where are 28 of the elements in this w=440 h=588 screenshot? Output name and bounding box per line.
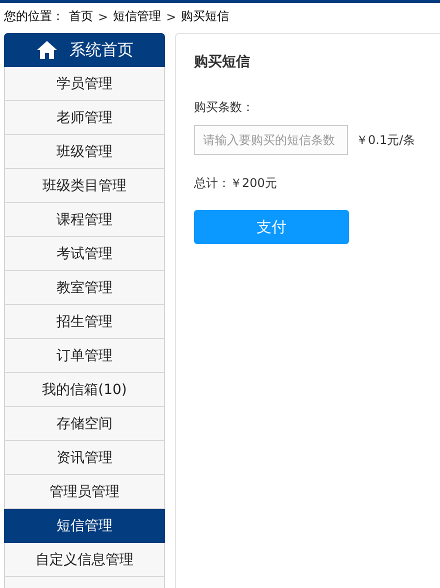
sidebar-item[interactable]: 管理员管理 (4, 475, 165, 509)
panel-title: 购买短信 (194, 53, 251, 71)
breadcrumb-link[interactable]: 首页 (69, 8, 93, 25)
sidebar-item[interactable]: 订单管理 (4, 339, 165, 373)
home-icon (36, 40, 58, 60)
breadcrumb-current: 购买短信 (181, 8, 230, 25)
breadcrumb-link[interactable]: 短信管理 (113, 8, 162, 25)
sidebar-item[interactable]: 班级管理 (4, 135, 165, 169)
unit-price: ￥0.1元/条 (356, 132, 416, 148)
breadcrumb-separator: > (166, 10, 176, 24)
home-header[interactable]: 系统首页 (4, 33, 165, 67)
sidebar-item[interactable]: 资讯管理 (4, 441, 165, 475)
sidebar-item[interactable]: 招生管理 (4, 305, 165, 339)
field-label: 购买条数： (194, 99, 255, 116)
sidebar-item[interactable]: 考试管理 (4, 237, 165, 271)
sidebar-item[interactable]: 短信管理 (4, 509, 165, 543)
breadcrumb-separator: > (98, 10, 108, 24)
sidebar-item[interactable]: 教室管理 (4, 271, 165, 305)
sidebar-item[interactable]: 老师管理 (4, 101, 165, 135)
sidebar-item[interactable]: 课程管理 (4, 203, 165, 237)
total-amount: 总计：￥200元 (194, 175, 278, 192)
location-label: 您的位置： (4, 8, 64, 25)
quantity-input[interactable]: 请输入要购买的短信条数 (194, 125, 348, 155)
sidebar-item[interactable]: 自定义信息管理 (4, 543, 165, 577)
sidebar-item[interactable]: 存储空间 (4, 407, 165, 441)
sidebar-item[interactable]: 我的信箱(10) (4, 373, 165, 407)
sidebar-item[interactable]: 班级类目管理 (4, 169, 165, 203)
sidebar-item[interactable]: 学员管理 (4, 67, 165, 101)
